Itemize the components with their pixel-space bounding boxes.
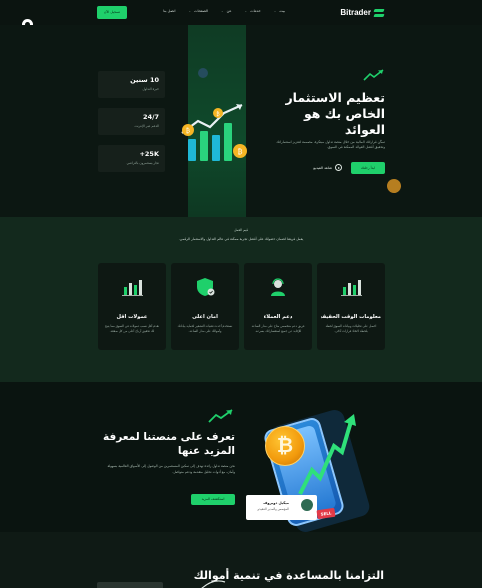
stat-value: 10 سنين bbox=[130, 76, 159, 84]
register-button[interactable]: تسجيل الآن bbox=[97, 6, 127, 19]
nav-item-contact[interactable]: اتصل بنا bbox=[163, 9, 175, 13]
start-journey-button[interactable]: ابدأ رحلتك bbox=[351, 162, 385, 174]
stat-card: 25K+ تجار يستثمرون بالتراضي bbox=[98, 145, 165, 172]
logo-mark-icon bbox=[373, 8, 385, 17]
bitcoin-coin-icon: ₿ bbox=[265, 426, 305, 466]
feature-card-realtime[interactable]: معلومات الوقت الحقيقي احصل على تحليلات و… bbox=[317, 263, 385, 350]
hero-title: تعظيم الاستثمار الخاص بك هو العوائد bbox=[285, 90, 385, 137]
brand-logo[interactable]: Bitrader bbox=[340, 8, 385, 17]
explore-more-button[interactable]: استكشف المزيد bbox=[191, 494, 235, 505]
hero-section: ₿ ₿ ₿ تعظيم الاستثمار الخاص بك هو العوائ… bbox=[0, 25, 482, 217]
svg-text:₿: ₿ bbox=[238, 148, 243, 156]
about-description: نحن منصة تداول رائدة تهدف إلى تمكين المس… bbox=[107, 464, 235, 474]
rising-arrow-icon bbox=[298, 414, 356, 495]
trend-arrow-icon bbox=[208, 409, 233, 423]
play-icon bbox=[335, 164, 342, 171]
decorative-curve-icon bbox=[201, 580, 226, 588]
watch-video-link[interactable]: شاهد الفيديو bbox=[313, 164, 342, 171]
features-intro: يعمل فريقنا لضمان حصولك على أفضل تجربة م… bbox=[178, 237, 304, 241]
feature-title: عمولات أقل bbox=[116, 314, 148, 320]
hero-description: تمكّن قراراتك المالية من خلال منصة تداول… bbox=[276, 140, 385, 149]
nav-item-about[interactable]: ⌄ عن bbox=[221, 9, 232, 13]
feature-title: أمان أعلى bbox=[192, 314, 218, 320]
trader-profile-card: ميكيل دوبروف المؤسس والمدير التنفيذي bbox=[246, 495, 317, 520]
features-heading: قيم العمل bbox=[233, 228, 249, 232]
growth-chart-illustration-icon: ₿ ₿ ₿ bbox=[181, 103, 247, 161]
stat-value: 25K+ bbox=[139, 150, 159, 158]
feature-description: نستخدم أحدث تقنيات التشفير لحماية بيانات… bbox=[177, 324, 233, 333]
chevron-down-icon: ⌄ bbox=[244, 9, 248, 13]
chevron-down-icon: ⌄ bbox=[188, 9, 191, 13]
commitment-section: التزامنا بالمساعدة في تنمية أموالك bbox=[0, 532, 482, 588]
features-section: قيم العمل يعمل فريقنا لضمان حصولك على أف… bbox=[0, 217, 482, 382]
feature-card-security[interactable]: أمان أعلى نستخدم أحدث تقنيات التشفير لحم… bbox=[171, 263, 239, 350]
svg-text:₿: ₿ bbox=[186, 128, 190, 135]
stat-card: 24/7 الدعم عبر الإنترنت bbox=[98, 108, 165, 135]
stat-label: خبرة التداول bbox=[142, 87, 159, 91]
chevron-down-icon: ⌄ bbox=[273, 9, 277, 13]
feature-card-support[interactable]: دعم العملاء فريق دعم متخصص متاح على مدار… bbox=[244, 263, 312, 350]
top-navigation-bar: Bitrader ⌄ بيت ⌄ خدمات ⌄ عن ⌄ الصفحات ات… bbox=[0, 0, 482, 24]
feature-title: معلومات الوقت الحقيقي bbox=[321, 314, 381, 320]
nav-item-services[interactable]: ⌄ خدمات bbox=[245, 9, 261, 13]
nav-item-home[interactable]: ⌄ بيت bbox=[274, 9, 285, 13]
shield-icon bbox=[197, 278, 215, 296]
about-title: تعرف على منصتنا لمعرفة المزيد عنها bbox=[103, 431, 235, 457]
trader-role: المؤسس والمدير التنفيذي bbox=[256, 507, 289, 511]
nav-item-pages[interactable]: ⌄ الصفحات bbox=[188, 9, 208, 13]
stat-label: تجار يستثمرون بالتراضي bbox=[126, 161, 159, 165]
stat-label: الدعم عبر الإنترنت bbox=[134, 124, 159, 128]
commitment-title: التزامنا بالمساعدة في تنمية أموالك bbox=[193, 569, 384, 582]
watch-video-label: شاهد الفيديو bbox=[313, 165, 332, 170]
trader-name: ميكيل دوبروف bbox=[263, 501, 289, 505]
coin-decoration-icon bbox=[198, 68, 208, 78]
chevron-down-icon: ⌄ bbox=[220, 9, 224, 13]
chart-icon bbox=[122, 280, 143, 296]
chart-icon bbox=[341, 280, 362, 296]
brand-name: Bitrader bbox=[340, 8, 371, 17]
svg-text:₿: ₿ bbox=[216, 111, 220, 117]
feature-title: دعم العملاء bbox=[263, 314, 293, 320]
feature-description: نقدم أقل نسب عمولات في السوق مما يتيح لك… bbox=[104, 324, 160, 333]
feature-card-commissions[interactable]: عمولات أقل نقدم أقل نسب عمولات في السوق … bbox=[98, 263, 166, 350]
avatar bbox=[301, 499, 313, 511]
stat-card: 10 سنين خبرة التداول bbox=[98, 71, 165, 98]
about-section: تعرف على منصتنا لمعرفة المزيد عنها نحن م… bbox=[0, 382, 482, 532]
main-nav: ⌄ بيت ⌄ خدمات ⌄ عن ⌄ الصفحات اتصل بنا bbox=[163, 9, 285, 13]
feature-description: احصل على تحليلات وبيانات السوق لحظة بلحظ… bbox=[325, 324, 377, 333]
commitment-card bbox=[97, 582, 163, 588]
feature-description: فريق دعم متخصص متاح على مدار الساعة للإج… bbox=[251, 324, 305, 333]
coin-decoration-icon bbox=[385, 177, 403, 195]
support-icon bbox=[271, 278, 285, 296]
stat-value: 24/7 bbox=[143, 113, 159, 121]
trend-arrow-icon bbox=[363, 69, 384, 81]
